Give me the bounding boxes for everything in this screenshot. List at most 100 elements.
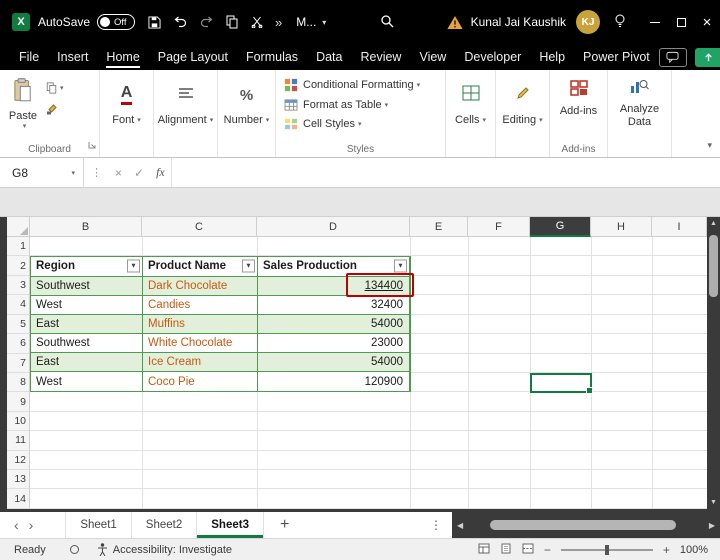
page-break-view-icon[interactable] [522, 543, 534, 557]
cell-c4[interactable]: Candies [143, 296, 258, 315]
font-group-button[interactable]: A Font▾ [100, 70, 154, 157]
horizontal-scroll-thumb[interactable] [490, 520, 676, 530]
tab-scroll-left-icon[interactable]: ‹ [14, 517, 19, 533]
cell-c3[interactable]: Dark Chocolate [143, 277, 258, 296]
vertical-scroll-thumb[interactable] [709, 235, 718, 297]
column-header-f[interactable]: F [468, 217, 530, 237]
tab-help[interactable]: Help [530, 44, 574, 70]
row-header-6[interactable]: 6 [7, 334, 30, 353]
horizontal-scroll-track[interactable] [468, 512, 704, 538]
column-header-g-selected[interactable]: G [530, 217, 591, 237]
name-box[interactable]: G8 ▾ [0, 158, 84, 187]
filter-dropdown-icon[interactable]: ▾ [127, 260, 140, 273]
warning-icon[interactable] [447, 16, 463, 29]
page-layout-view-icon[interactable] [500, 543, 512, 557]
copy-button[interactable]: ▾ [46, 82, 64, 94]
tab-scroll-right-icon[interactable]: › [29, 517, 34, 533]
tab-page-layout[interactable]: Page Layout [149, 44, 237, 70]
column-header-i[interactable]: I [652, 217, 707, 237]
accessibility-status[interactable]: Accessibility: Investigate [97, 543, 232, 556]
format-as-table-button[interactable]: Format as Table ▾ [284, 99, 439, 111]
row-header-14[interactable]: 14 [7, 489, 30, 508]
macro-record-icon[interactable] [70, 545, 79, 554]
vertical-scrollbar[interactable]: ▲ ▼ [707, 217, 720, 509]
tab-formulas[interactable]: Formulas [237, 44, 307, 70]
row-header-5[interactable]: 5 [7, 315, 30, 334]
zoom-level[interactable]: 100% [680, 544, 708, 556]
ribbon-collapse-icon[interactable]: ▾ [707, 140, 712, 151]
search-icon[interactable] [380, 14, 394, 31]
tab-insert[interactable]: Insert [48, 44, 97, 70]
normal-view-icon[interactable] [478, 543, 490, 557]
cell-c8[interactable]: Coco Pie [143, 372, 258, 391]
row-header-4[interactable]: 4 [7, 295, 30, 314]
cell-b7[interactable]: East [31, 353, 143, 372]
conditional-formatting-button[interactable]: Conditional Formatting ▾ [284, 78, 439, 92]
table-header-product-name[interactable]: Product Name ▾ [143, 257, 258, 276]
cell-styles-button[interactable]: Cell Styles ▾ [284, 118, 439, 130]
filter-dropdown-icon[interactable]: ▾ [394, 260, 407, 273]
table-header-region[interactable]: Region ▾ [31, 257, 143, 276]
column-header-h[interactable]: H [591, 217, 652, 237]
row-header-9[interactable]: 9 [7, 392, 30, 411]
filter-dropdown-icon[interactable]: ▾ [242, 260, 255, 273]
tab-options-icon[interactable]: ⋮ [430, 518, 442, 532]
sheet-tab-sheet1[interactable]: Sheet1 [65, 512, 131, 538]
row-header-11[interactable]: 11 [7, 431, 30, 450]
cell-d7[interactable]: 54000 [258, 353, 410, 372]
column-header-e[interactable]: E [410, 217, 468, 237]
share-button[interactable] [695, 48, 720, 67]
row-header-1[interactable]: 1 [7, 237, 30, 256]
number-group-button[interactable]: % Number▾ [218, 70, 276, 157]
sheet-cells[interactable]: Region ▾ Product Name ▾ Sales Production… [30, 237, 707, 509]
formula-input[interactable] [171, 158, 720, 187]
save-icon[interactable] [148, 16, 161, 29]
excel-logo-icon[interactable]: X [12, 13, 30, 31]
formula-bar-grip-icon[interactable]: ⋮ [91, 166, 102, 179]
sheet-tab-sheet3-active[interactable]: Sheet3 [197, 512, 264, 538]
cells-group-button[interactable]: Cells▾ [446, 70, 496, 157]
tab-file[interactable]: File [10, 44, 48, 70]
user-name[interactable]: Kunal Jai Kaushik [471, 15, 566, 29]
cell-b6[interactable]: Southwest [31, 334, 143, 353]
redo-icon[interactable] [200, 16, 213, 28]
analyze-data-button[interactable]: Analyze Data [608, 70, 672, 157]
scroll-right-icon[interactable]: ▶ [704, 521, 720, 530]
cell-b4[interactable]: West [31, 296, 143, 315]
scroll-left-icon[interactable]: ◀ [452, 521, 468, 530]
more-commands-icon[interactable]: » [275, 15, 282, 30]
cell-c7[interactable]: Ice Cream [143, 353, 258, 372]
column-header-c[interactable]: C [142, 217, 257, 237]
cell-c6[interactable]: White Chocolate [143, 334, 258, 353]
avatar[interactable]: KJ [576, 10, 600, 34]
comments-button[interactable] [659, 48, 687, 67]
close-button[interactable]: × [694, 0, 720, 44]
alignment-group-button[interactable]: Alignment▾ [154, 70, 218, 157]
zoom-slider-thumb[interactable] [605, 545, 609, 555]
clipboard-dialog-launcher-icon[interactable] [88, 136, 96, 154]
select-all-corner[interactable] [7, 217, 30, 237]
tab-view[interactable]: View [410, 44, 455, 70]
row-header-3[interactable]: 3 [7, 276, 30, 295]
row-header-8[interactable]: 8 [7, 373, 30, 392]
tab-developer[interactable]: Developer [455, 44, 530, 70]
row-header-12[interactable]: 12 [7, 451, 30, 470]
copy-icon[interactable] [226, 15, 238, 29]
enter-check-icon[interactable]: ✓ [128, 166, 150, 180]
row-header-10[interactable]: 10 [7, 412, 30, 431]
lightbulb-icon[interactable] [614, 14, 626, 31]
column-header-b[interactable]: B [30, 217, 142, 237]
editing-group-button[interactable]: Editing▾ [496, 70, 550, 157]
cell-d4[interactable]: 32400 [258, 296, 410, 315]
cell-d8[interactable]: 120900 [258, 372, 410, 391]
scroll-up-icon[interactable]: ▲ [707, 220, 720, 227]
cell-b8[interactable]: West [31, 372, 143, 391]
autosave-toggle[interactable]: Off [97, 14, 135, 30]
cell-d6[interactable]: 23000 [258, 334, 410, 353]
undo-icon[interactable] [174, 16, 187, 28]
zoom-out-icon[interactable]: − [544, 543, 551, 557]
cut-icon[interactable] [251, 16, 263, 28]
maximize-button[interactable] [668, 0, 694, 44]
tab-home[interactable]: Home [97, 44, 148, 70]
row-header-7[interactable]: 7 [7, 354, 30, 373]
